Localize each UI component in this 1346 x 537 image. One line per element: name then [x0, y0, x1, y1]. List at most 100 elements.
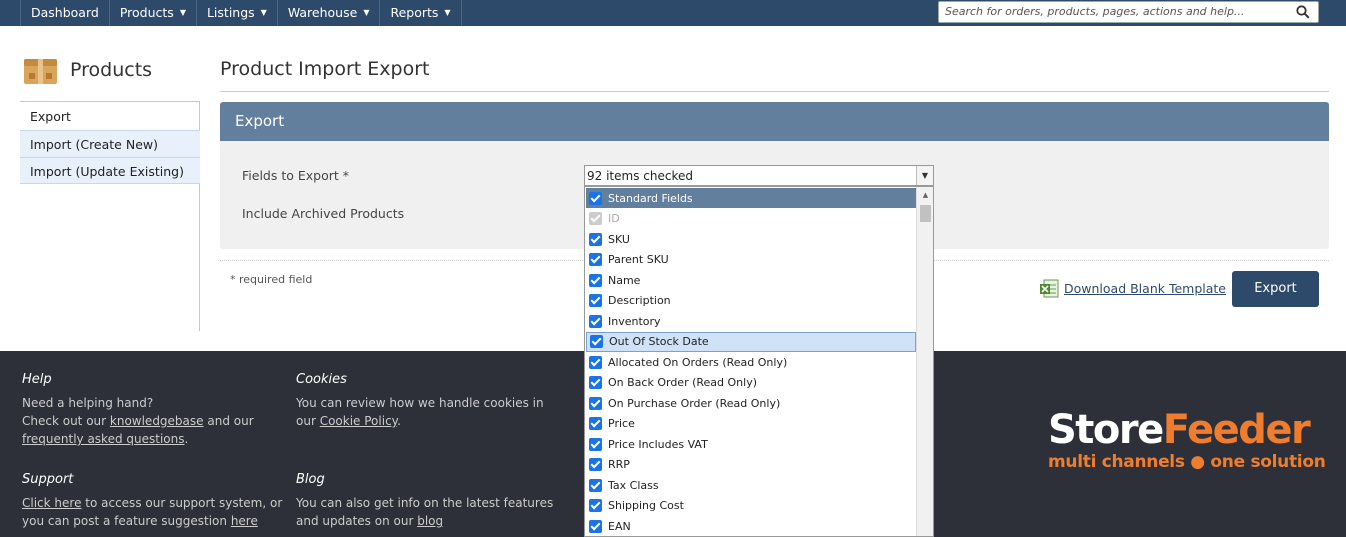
checkbox-checked-icon[interactable] [589, 191, 602, 205]
download-blank-template-link[interactable]: Download Blank Template [1064, 281, 1226, 296]
logo-wordmark: StoreFeeder [1048, 408, 1326, 452]
search-icon[interactable] [1296, 5, 1310, 19]
nav-reports[interactable]: Reports ▼ [379, 0, 462, 26]
dropdown-option[interactable]: Tax Class [586, 475, 916, 495]
dropdown-option[interactable]: Price Includes VAT [586, 434, 916, 454]
sidebar-item-label: Import (Create New) [30, 137, 158, 152]
panel-title: Export [220, 102, 1329, 141]
dropdown-option-label: Price Includes VAT [608, 437, 708, 451]
checkbox-checked-icon[interactable] [589, 273, 602, 287]
checkbox-checked-icon[interactable] [590, 335, 603, 348]
checkbox-checked-icon[interactable] [589, 376, 602, 389]
dropdown-option[interactable]: Price [586, 414, 916, 434]
dropdown-option[interactable]: EAN [586, 516, 916, 536]
dropdown-option-label: Parent SKU [608, 253, 669, 266]
checkbox-checked-icon[interactable] [589, 458, 602, 471]
caret-down-icon: ▼ [363, 8, 370, 17]
sidebar-divider [20, 101, 200, 102]
dropdown-scrollbar[interactable]: ▲ [916, 187, 933, 536]
download-template: Download Blank Template [1040, 279, 1226, 298]
footer-help-line2-pre: Check out our [22, 414, 110, 428]
footer-support-line2: you can post a feature suggestion here [22, 512, 282, 530]
dropdown-option-label: Standard Fields [608, 191, 693, 205]
dropdown-option[interactable]: Inventory [586, 311, 916, 331]
footer-blog-line2-pre: and updates on our [296, 514, 418, 528]
title-divider [220, 91, 1329, 92]
dropdown-option[interactable]: Standard Fields [586, 188, 916, 208]
footer-blog-text: You can also get info on the latest feat… [296, 494, 553, 530]
checkbox-checked-icon[interactable] [589, 437, 602, 451]
checkbox-checked-icon[interactable] [589, 294, 602, 307]
caret-down-icon: ▼ [179, 8, 186, 17]
dropdown-option-label: Out Of Stock Date [609, 335, 709, 348]
nav-products[interactable]: Products ▼ [108, 0, 196, 26]
nav-dashboard-label: Dashboard [31, 5, 99, 20]
required-note: * required field [230, 273, 313, 286]
product-box-icon [24, 59, 57, 84]
footer-help-title: Help [22, 372, 52, 387]
checkbox-checked-icon[interactable] [589, 355, 602, 369]
checkbox-checked-icon[interactable] [589, 478, 602, 492]
checkbox-checked-icon[interactable] [589, 396, 602, 410]
sidebar-item-import-update[interactable]: Import (Update Existing) [20, 157, 200, 184]
blog-link[interactable]: blog [417, 514, 443, 528]
fields-to-export-label: Fields to Export * [242, 168, 350, 183]
footer-cookies-line1: You can review how we handle cookies in [296, 396, 544, 410]
checkbox-checked-icon[interactable] [589, 519, 602, 533]
knowledgebase-link[interactable]: knowledgebase [110, 414, 204, 428]
footer-help-line2-post: and our [203, 414, 254, 428]
checkbox-checked-icon[interactable] [589, 314, 602, 328]
footer-help-line3: frequently asked questions. [22, 430, 254, 448]
checkbox-checked-icon [589, 212, 602, 225]
sidebar-item-import-create[interactable]: Import (Create New) [20, 130, 200, 157]
dropdown-option[interactable]: Description [586, 291, 916, 311]
nav-listings[interactable]: Listings ▼ [195, 0, 277, 26]
sidebar-item-label: Export [30, 109, 71, 124]
scroll-up-icon[interactable]: ▲ [917, 187, 933, 204]
feature-suggestion-link[interactable]: here [231, 514, 258, 528]
support-click-here-link[interactable]: Click here [22, 496, 81, 510]
dropdown-option-label: Name [608, 273, 641, 287]
footer-blog-line2: and updates on our blog [296, 512, 553, 530]
include-archived-label: Include Archived Products [242, 206, 405, 221]
dropdown-option[interactable]: On Purchase Order (Read Only) [586, 393, 916, 413]
dropdown-option[interactable]: On Back Order (Read Only) [586, 373, 916, 393]
dropdown-option[interactable]: Out Of Stock Date [586, 331, 916, 352]
footer-blog-line1: You can also get info on the latest feat… [296, 496, 554, 510]
chevron-down-icon[interactable]: ▼ [916, 166, 933, 185]
nav-warehouse-label: Warehouse [287, 5, 358, 20]
footer-help-line1: Need a helping hand? [22, 396, 154, 410]
dropdown-option[interactable]: RRP [586, 455, 916, 475]
main-nav: Dashboard Products ▼ Listings ▼ Warehouse ▼… [20, 0, 462, 26]
caret-down-icon: ▼ [260, 8, 267, 17]
checkbox-checked-icon[interactable] [589, 253, 602, 266]
nav-listings-label: Listings [206, 5, 255, 20]
nav-warehouse[interactable]: Warehouse ▼ [276, 0, 380, 26]
dropdown-option-label: Tax Class [608, 478, 659, 492]
dropdown-option[interactable]: Shipping Cost [586, 496, 916, 516]
footer-cookies-line2: our Cookie Policy. [296, 412, 544, 430]
search-input[interactable] [945, 5, 1285, 18]
dropdown-option-label: EAN [608, 519, 631, 533]
cookie-policy-link[interactable]: Cookie Policy [320, 414, 397, 428]
scrollbar-thumb[interactable] [920, 205, 931, 222]
dropdown-option[interactable]: Name [586, 270, 916, 290]
checkbox-checked-icon[interactable] [589, 417, 602, 430]
sidebar-item-export[interactable]: Export [20, 103, 200, 130]
checkbox-checked-icon[interactable] [589, 232, 602, 246]
export-button[interactable]: Export [1232, 271, 1319, 307]
fields-to-export-select[interactable]: 92 items checked ▼ [584, 165, 934, 186]
nav-dashboard[interactable]: Dashboard [20, 0, 109, 26]
faq-link[interactable]: frequently asked questions [22, 432, 184, 446]
select-value: 92 items checked [587, 169, 693, 183]
dropdown-option-label: SKU [608, 232, 630, 246]
dropdown-option: ID [586, 209, 916, 229]
fields-dropdown-list: Standard Fields ID SKU Parent SKU Name Descri… [584, 186, 934, 537]
dropdown-option[interactable]: Allocated On Orders (Read Only) [586, 352, 916, 372]
dropdown-option[interactable]: SKU [586, 229, 916, 249]
dropdown-option[interactable]: Parent SKU [586, 250, 916, 270]
sidebar-header: Products [23, 55, 152, 85]
footer-cookies-line2-pre: our [296, 414, 320, 428]
checkbox-checked-icon[interactable] [589, 499, 602, 512]
dropdown-option-label: Shipping Cost [608, 499, 684, 512]
